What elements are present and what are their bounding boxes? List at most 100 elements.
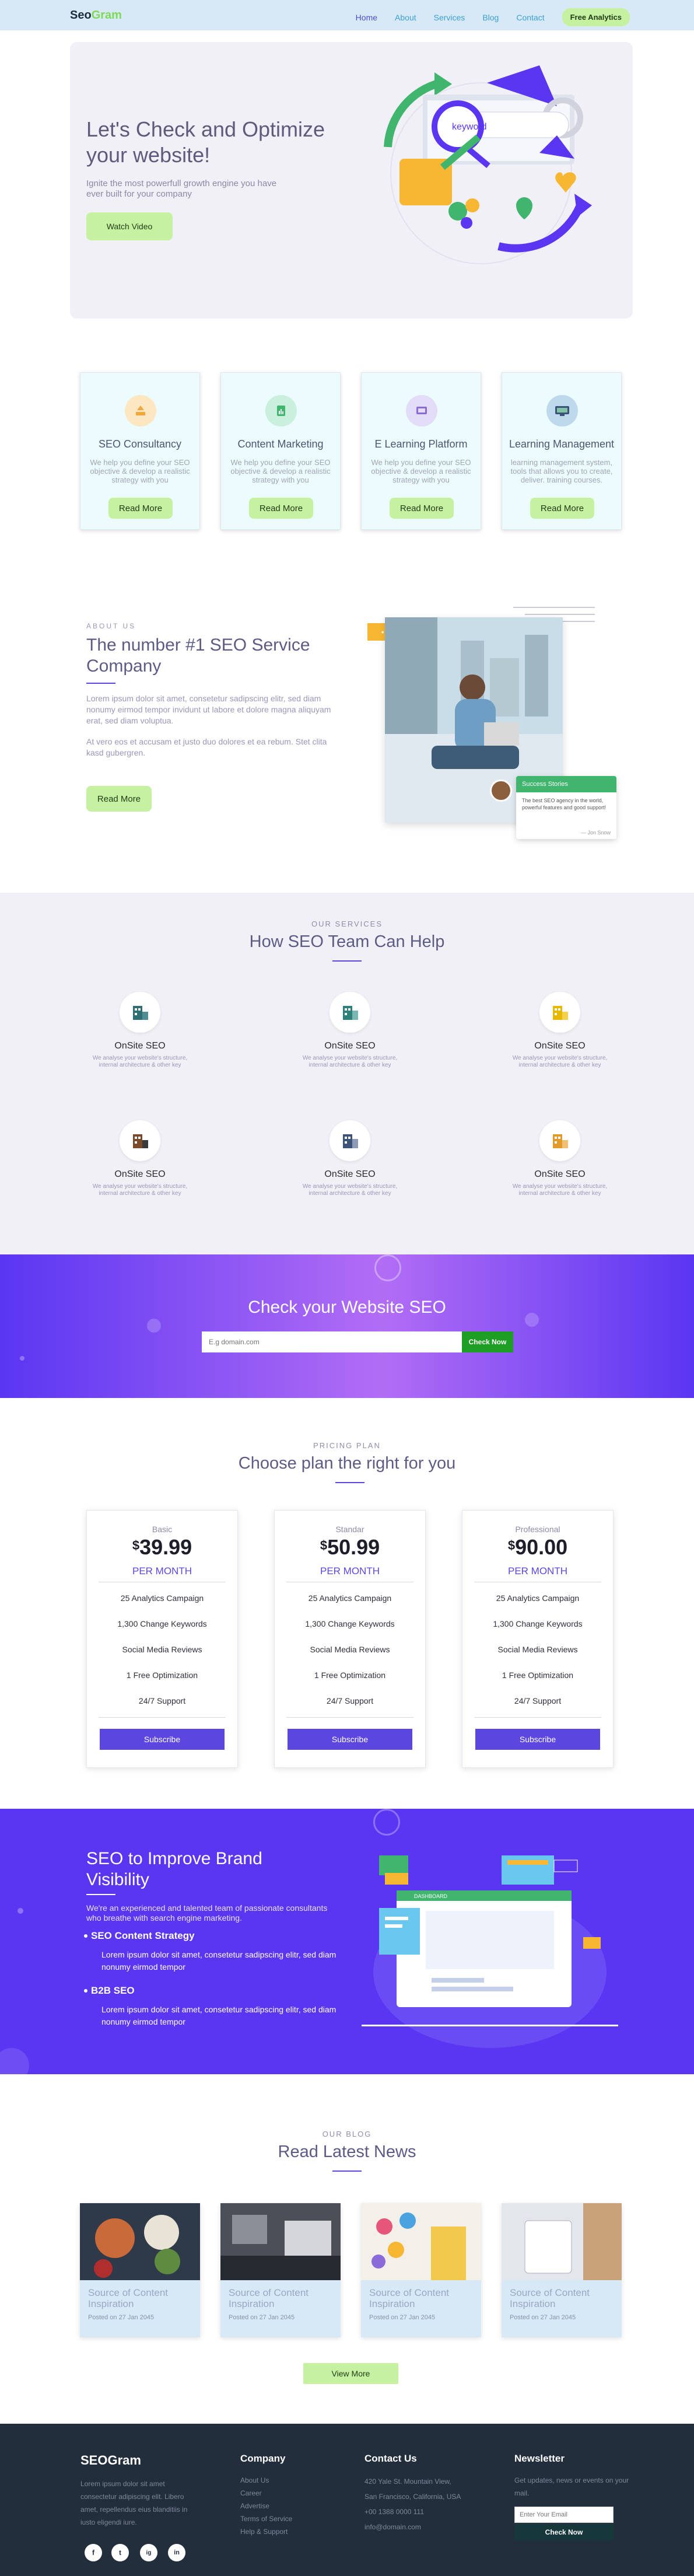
instagram-icon[interactable]: ig xyxy=(140,2544,157,2561)
brand-point-title: B2B SEO xyxy=(84,1985,135,1996)
footer-email[interactable]: info@domain.com xyxy=(364,2519,461,2535)
seo-hero-illustration: keyword xyxy=(384,65,592,264)
subscribe-button[interactable]: Subscribe xyxy=(475,1729,600,1750)
footer-link-career[interactable]: Career xyxy=(240,2487,292,2500)
team-card-title: OnSite SEO xyxy=(324,1041,376,1051)
footer-phone[interactable]: +00 1388 0000 111 xyxy=(364,2504,461,2519)
plan-price: $39.99 xyxy=(87,1535,237,1560)
decorative-dot xyxy=(17,1908,23,1914)
hero-title: Let's Check and Optimize your website! xyxy=(86,117,325,167)
blog-post-title: Source of Content Inspiration xyxy=(369,2287,450,2309)
service-card: E Learning Platform We help you define y… xyxy=(361,372,481,530)
testimonial-title: Success Stories xyxy=(516,776,616,792)
team-card: OnSite SEO We analyse your website's str… xyxy=(507,1120,612,1197)
plan-name: Standar xyxy=(335,1525,364,1534)
decorative-dot xyxy=(0,2048,29,2074)
check-now-button[interactable]: Check Now xyxy=(462,1331,513,1352)
footer-link-help[interactable]: Help & Support xyxy=(240,2525,292,2538)
blog-label: OUR BLOG xyxy=(322,2130,372,2138)
blog-card[interactable]: Source of Content Inspiration Posted on … xyxy=(80,2203,200,2337)
team-card-title: OnSite SEO xyxy=(114,1169,166,1179)
blog-image-tablet xyxy=(502,2203,622,2280)
about-title: The number #1 SEO Service Company xyxy=(86,635,310,676)
blog-card[interactable]: Source of Content Inspiration Posted on … xyxy=(502,2203,622,2337)
plan-feature: 1 Free Optimization xyxy=(502,1670,574,1680)
blog-card[interactable]: Source of Content Inspiration Posted on … xyxy=(220,2203,341,2337)
nav-link-contact[interactable]: Contact xyxy=(516,13,544,22)
pricing-card: Basic $39.99 PER MONTH 25 Analytics Camp… xyxy=(86,1510,238,1768)
building-icon xyxy=(539,1120,580,1161)
blog-card[interactable]: Source of Content Inspiration Posted on … xyxy=(361,2203,481,2337)
blog-underline xyxy=(332,2170,362,2172)
subscribe-button[interactable]: Subscribe xyxy=(100,1729,225,1750)
divider xyxy=(286,1717,413,1718)
team-card-title: OnSite SEO xyxy=(534,1041,586,1051)
free-analytics-button[interactable]: Free Analytics xyxy=(562,8,630,26)
footer-contact-info: 420 Yale St. Mountain View, San Francisc… xyxy=(364,2474,461,2535)
footer-company-links: About Us Career Advertise Terms of Servi… xyxy=(240,2474,292,2538)
about-read-more-button[interactable]: Read More xyxy=(86,786,152,812)
plan-feature: 1 Free Optimization xyxy=(314,1670,386,1680)
nav-link-home[interactable]: Home xyxy=(356,13,377,22)
decorative-dot xyxy=(147,1319,161,1333)
about-paragraph-1: Lorem ipsum dolor sit amet, consetetur s… xyxy=(86,694,331,725)
document-chart-icon xyxy=(265,395,297,427)
logo-text-a: Seo xyxy=(70,9,92,22)
pricing-card: Standar $50.99 PER MONTH 25 Analytics Ca… xyxy=(274,1510,426,1768)
about-label: ABOUT US xyxy=(86,622,136,630)
nav-link-services[interactable]: Services xyxy=(434,13,465,22)
view-more-button[interactable]: View More xyxy=(303,2363,398,2384)
blog-image-numbers xyxy=(361,2203,481,2280)
service-text: We help you define your SEO objective & … xyxy=(230,458,331,484)
service-card: SEO Consultancy We help you define your … xyxy=(80,372,200,530)
read-more-button[interactable]: Read More xyxy=(249,498,313,519)
read-more-button[interactable]: Read More xyxy=(390,498,454,519)
team-label: OUR SERVICES xyxy=(311,920,383,928)
plan-feature: Social Media Reviews xyxy=(122,1645,202,1654)
team-card-text: We analyse your website's structure, int… xyxy=(302,1055,398,1068)
plan-feature: Social Media Reviews xyxy=(310,1645,390,1654)
price-value: 90.00 xyxy=(515,1535,568,1559)
plan-name: Professional xyxy=(515,1525,560,1534)
read-more-button[interactable]: Read More xyxy=(530,498,594,519)
read-more-button[interactable]: Read More xyxy=(108,498,173,519)
plan-period: PER MONTH xyxy=(320,1565,380,1577)
service-text: learning management system, tools that a… xyxy=(510,458,613,484)
team-card-text: We analyse your website's structure, int… xyxy=(512,1183,608,1197)
pricing-underline xyxy=(335,1482,364,1483)
upload-icon xyxy=(125,395,156,427)
subscribe-button[interactable]: Subscribe xyxy=(288,1729,412,1750)
footer-address-line: San Francisco, California, USA xyxy=(364,2493,461,2501)
service-text: We help you define your SEO objective & … xyxy=(371,458,471,484)
facebook-icon[interactable]: f xyxy=(85,2544,102,2561)
brand-description: We're an experienced and talented team o… xyxy=(86,1903,328,1923)
plan-feature: Social Media Reviews xyxy=(497,1645,578,1654)
plan-feature: 24/7 Support xyxy=(326,1696,374,1705)
footer-link-about[interactable]: About Us xyxy=(240,2474,292,2487)
top-nav: SeoGram Home About Services Blog Contact… xyxy=(0,0,694,30)
blog-image-food xyxy=(80,2203,200,2280)
newsletter-email-input[interactable] xyxy=(514,2507,614,2523)
footer-link-advertise[interactable]: Advertise xyxy=(240,2500,292,2512)
nav-links: Home About Services Blog Contact Free An… xyxy=(356,8,630,26)
brand-point-text: Lorem ipsum dolor sit amet, consetetur s… xyxy=(101,2005,337,2026)
nav-link-blog[interactable]: Blog xyxy=(482,13,499,22)
watch-video-button[interactable]: Watch Video xyxy=(86,212,173,240)
about-paragraph-2: At vero eos et accusam et justo duo dolo… xyxy=(86,737,327,757)
twitter-icon[interactable]: t xyxy=(111,2544,129,2561)
price-value: 39.99 xyxy=(139,1535,192,1559)
nav-link-about[interactable]: About xyxy=(395,13,416,22)
linkedin-icon[interactable]: in xyxy=(168,2544,185,2561)
blog-post-title: Source of Content Inspiration xyxy=(510,2287,590,2309)
footer-company-title: Company xyxy=(240,2453,286,2464)
plan-period: PER MONTH xyxy=(132,1565,192,1577)
blog-post-date: Posted on 27 Jan 2045 xyxy=(510,2314,576,2321)
site-logo[interactable]: SeoGram xyxy=(70,9,122,22)
newsletter-button[interactable]: Check Now xyxy=(514,2524,614,2540)
footer-link-terms[interactable]: Terms of Service xyxy=(240,2512,292,2525)
screen-icon xyxy=(406,395,437,427)
pricing-title: Choose plan the right for you xyxy=(238,1454,456,1473)
dashboard-illustration: DASHBOARD xyxy=(362,1855,618,2048)
service-card: Content Marketing We help you define you… xyxy=(220,372,341,530)
domain-input[interactable] xyxy=(202,1331,462,1352)
